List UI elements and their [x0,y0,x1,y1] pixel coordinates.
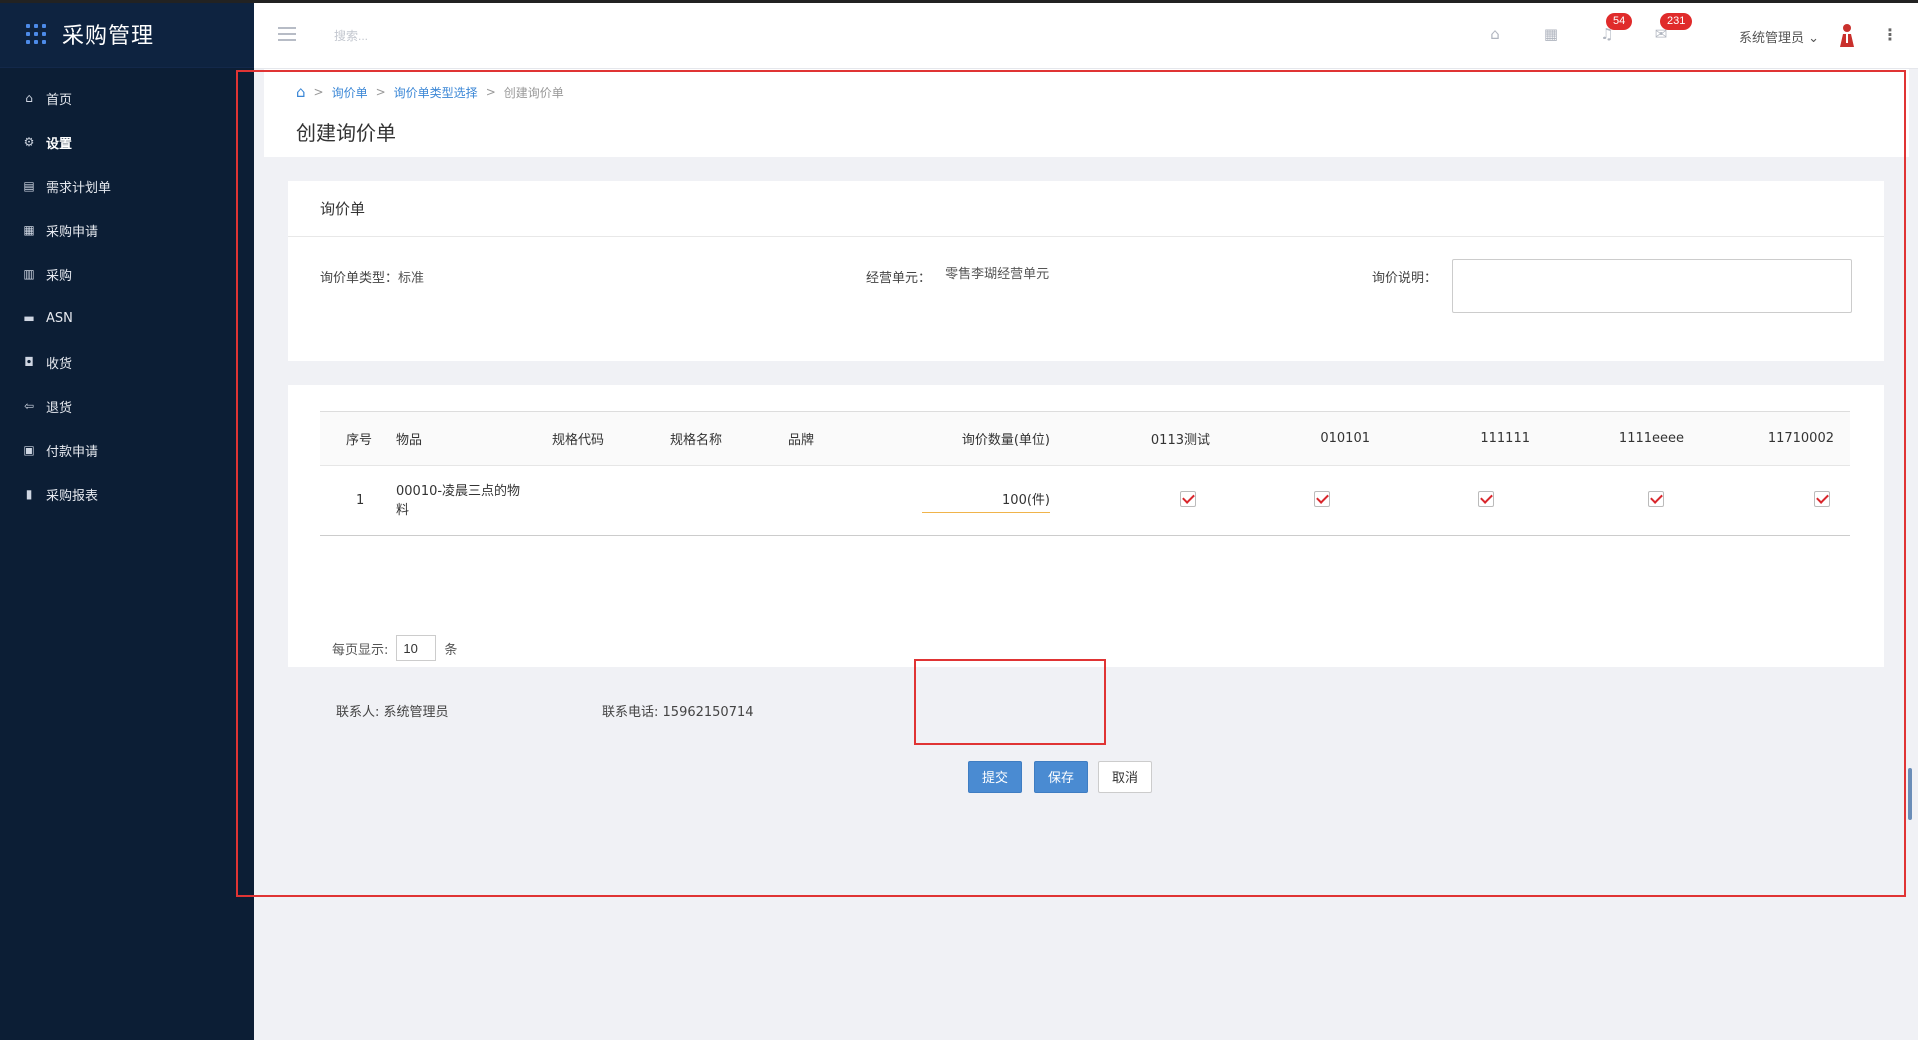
items-card: 序号 物品 规格代码 规格名称 品牌 询价数量(单位) 0113测试 01010… [288,385,1884,720]
page-size-input[interactable] [396,635,437,661]
top-header: ⌂ ▦ ♫ 54 ✉ 231 系统管理员 ⌄ ⋮ [254,3,1918,69]
quantity-input[interactable]: 100(件) [922,489,1050,513]
purchase-icon: ▥ [23,267,35,281]
avatar[interactable] [1838,23,1856,47]
more-options-icon[interactable]: ⋮ [1882,25,1898,44]
sidebar-item-settings[interactable]: ⚙ 设置 [0,120,254,164]
chevron-down-icon: ⌄ [1808,31,1820,46]
apps-grid-icon[interactable] [26,23,46,44]
table-row: 1 00010-凌晨三点的物料 100(件) [320,465,1850,536]
col-supplier-5: 11710002 [1684,411,1850,466]
inbox-icon: ◘ [24,355,34,369]
sidebar-nav: ⌂ 首页 ⚙ 设置 ▤ 需求计划单 ▦ 采购申请 ▥ 采购 ▬ ASN ◘ 收货 ⇦ 退货 ▣ 付… [0,76,254,516]
supplier-2-checkbox[interactable] [1314,490,1330,507]
col-supplier-4: 1111eeee [1530,411,1684,466]
brand: 采购管理 [0,0,254,68]
sidebar-item-report[interactable]: ▮ 采购报表 [0,472,254,516]
row-spec-code [552,465,670,536]
contact-phone: 联系电话: 15962150714 [602,705,754,720]
menu-toggle-icon[interactable] [278,27,296,41]
sidebar: 采购管理 ⌂ 首页 ⚙ 设置 ▤ 需求计划单 ▦ 采购申请 ▥ 采购 ▬ ASN ◘ 收货 ⇦… [0,0,254,1040]
app-title: 采购管理 [62,23,155,49]
row-brand [788,465,906,536]
inquiry-form-card: 询价单 询价单类型：标准 经营单元： 零售李瑚经营单元 询价说明： [288,181,1884,361]
contact-person: 联系人: 系统管理员 [336,705,449,720]
table-header-row: 序号 物品 规格代码 规格名称 品牌 询价数量(单位) 0113测试 01010… [320,411,1850,466]
plan-icon: ▤ [23,179,35,193]
payment-icon: ▣ [23,443,35,457]
col-supplier-3: 111111 [1370,411,1530,466]
row-spec-name [670,465,788,536]
col-spec-name: 规格名称 [670,411,788,466]
message-badge: 231 [1660,13,1693,30]
breadcrumb-current: 创建询价单 [503,85,564,100]
supplier-5-checkbox[interactable] [1814,490,1830,507]
breadcrumb-inquiry[interactable]: 询价单 [332,84,368,101]
home-icon: ⌂ [25,91,33,105]
truck-icon: ▬ [23,311,35,325]
save-button[interactable]: 保存 [1034,761,1089,793]
submit-button[interactable]: 提交 [968,761,1023,793]
breadcrumb-inquiry-type[interactable]: 询价单类型选择 [394,84,478,101]
notification-badge: 54 [1606,13,1633,30]
supplier-1-checkbox[interactable] [1180,490,1196,507]
row-item: 00010-凌晨三点的物料 [396,465,552,536]
row-index: 1 [320,465,396,536]
form-actions: 提交 保存 取消 [968,761,1164,793]
window-top-border [0,0,1918,3]
return-icon: ⇦ [23,399,35,413]
section-title: 询价单 [288,181,1884,237]
cancel-button[interactable]: 取消 [1098,761,1153,793]
sidebar-item-home[interactable]: ⌂ 首页 [0,76,254,120]
bell-icon[interactable]: ♫ 54 [1598,13,1633,43]
business-unit-field: 经营单元： 零售李瑚经营单元 [866,267,1050,286]
grid-icon[interactable]: ▦ [1542,25,1560,43]
sidebar-item-return[interactable]: ⇦ 退货 [0,384,254,428]
col-spec-code: 规格代码 [552,411,670,466]
col-index: 序号 [320,411,396,466]
request-icon: ▦ [23,223,35,237]
mail-icon[interactable]: ✉ 231 [1652,13,1693,43]
remark-textarea[interactable] [1452,259,1852,313]
inquiry-type-field: 询价单类型：标准 [320,271,425,286]
breadcrumb: ⌂ > 询价单 > 询价单类型选择 > 创建询价单 [296,83,564,101]
col-supplier-2: 010101 [1210,411,1370,466]
col-brand: 品牌 [788,411,906,466]
supplier-3-checkbox[interactable] [1478,490,1494,507]
scrollbar-thumb[interactable] [1908,768,1912,820]
search-input[interactable] [334,25,534,47]
home-icon[interactable]: ⌂ [296,83,306,101]
chart-icon: ▮ [25,487,33,501]
items-table: 序号 物品 规格代码 规格名称 品牌 询价数量(单位) 0113测试 01010… [320,411,1850,536]
home-icon[interactable]: ⌂ [1486,25,1504,43]
page-title: 创建询价单 [296,121,396,145]
sidebar-item-purchase[interactable]: ▥ 采购 [0,252,254,296]
supplier-4-checkbox[interactable] [1648,490,1664,507]
sidebar-item-receiving[interactable]: ◘ 收货 [0,340,254,384]
gear-icon: ⚙ [23,135,35,149]
col-supplier-1: 0113测试 [1050,411,1210,466]
col-quantity: 询价数量(单位) [906,411,1050,466]
sidebar-item-asn[interactable]: ▬ ASN [0,296,254,340]
main-content: ⌂ > 询价单 > 询价单类型选择 > 创建询价单 创建询价单 询价单 询价单类… [254,69,1918,1040]
remark-label: 询价说明： [1372,271,1438,286]
sidebar-item-payment[interactable]: ▣ 付款申请 [0,428,254,472]
user-menu[interactable]: 系统管理员 ⌄ [1739,27,1819,46]
sidebar-item-purchase-request[interactable]: ▦ 采购申请 [0,208,254,252]
pagination: 每页显示: 条 [332,635,457,661]
col-item: 物品 [396,411,552,466]
sidebar-item-demand-plan[interactable]: ▤ 需求计划单 [0,164,254,208]
